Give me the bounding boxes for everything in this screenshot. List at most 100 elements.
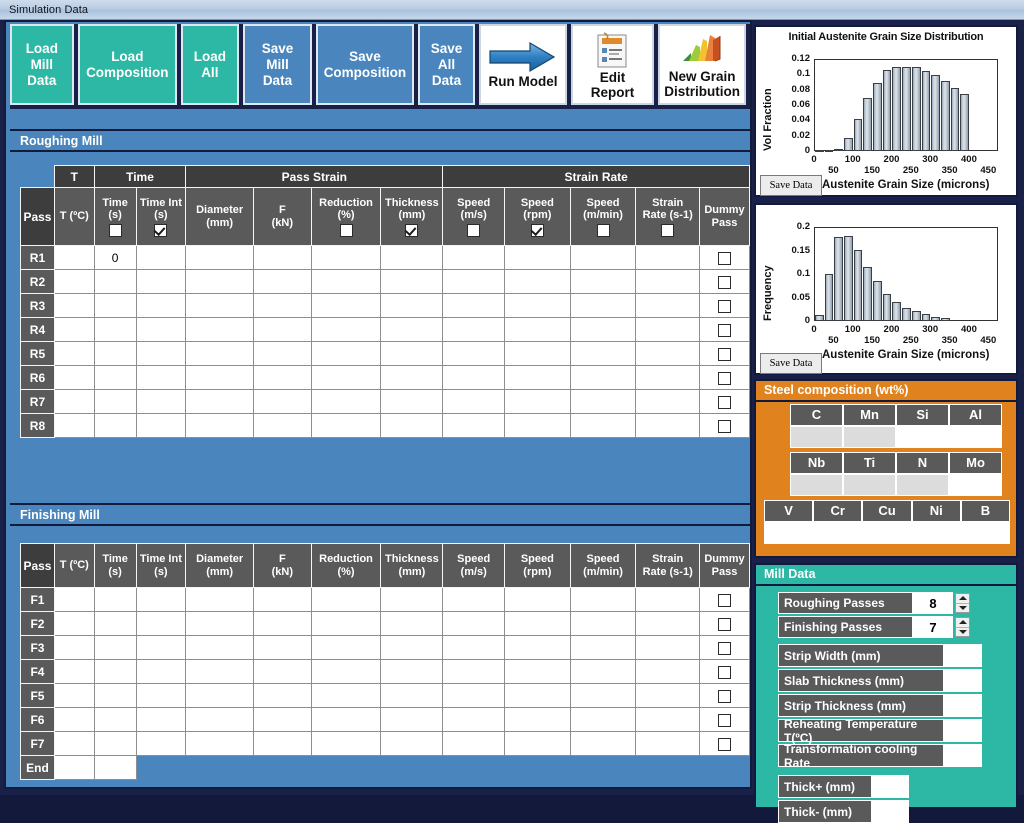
mill-spinner-roughing-passes[interactable] <box>955 593 970 613</box>
mill-value-finishing-passes[interactable]: 7 <box>913 616 953 638</box>
roughing-cell-R3-0[interactable] <box>53 293 95 318</box>
steel-element-input-B[interactable] <box>960 522 1010 544</box>
roughing-cell-R4-1[interactable] <box>93 317 137 342</box>
roughing-cell-R6-5[interactable] <box>310 365 382 390</box>
roughing-cell-R1-8[interactable] <box>504 245 571 270</box>
roughing-cell-R6-8[interactable] <box>504 365 571 390</box>
roughing-dummy-pass-R4[interactable] <box>699 317 750 342</box>
roughing-cell-R5-5[interactable] <box>310 341 382 366</box>
dummy-pass-checkbox[interactable] <box>718 665 731 679</box>
roughing-cell-R5-3[interactable] <box>185 341 255 366</box>
column-checkbox[interactable] <box>137 223 186 237</box>
finishing-cell-F2-2[interactable] <box>135 611 187 636</box>
finishing-cell-F6-3[interactable] <box>185 707 255 732</box>
dummy-pass-checkbox[interactable] <box>718 395 731 409</box>
finishing-dummy-pass-F1[interactable] <box>699 587 750 612</box>
roughing-cell-R4-6[interactable] <box>380 317 444 342</box>
dummy-pass-checkbox[interactable] <box>718 419 731 433</box>
roughing-cell-R4-7[interactable] <box>442 317 506 342</box>
mill-input-strip-width-mm[interactable] <box>944 644 982 667</box>
finishing-cell-F4-8[interactable] <box>504 659 571 684</box>
roughing-cell-R2-9[interactable] <box>569 269 637 294</box>
roughing-cell-R3-8[interactable] <box>504 293 571 318</box>
mill-input-transformation-cooling-rate[interactable] <box>944 744 982 767</box>
steel-element-input-Cr[interactable] <box>813 522 863 544</box>
finishing-cell-F4-0[interactable] <box>53 659 95 684</box>
finishing-cell-F5-8[interactable] <box>504 683 571 708</box>
roughing-cell-R1-4[interactable] <box>253 245 312 270</box>
finishing-dummy-pass-F3[interactable] <box>699 635 750 660</box>
column-checkbox[interactable] <box>505 223 570 237</box>
finishing-cell-F6-2[interactable] <box>135 707 187 732</box>
finishing-cell-End-1[interactable] <box>93 755 137 780</box>
finishing-cell-F2-4[interactable] <box>253 611 312 636</box>
roughing-cell-R7-5[interactable] <box>310 389 382 414</box>
roughing-cell-R6-7[interactable] <box>442 365 506 390</box>
mill-input-strip-thickness-mm[interactable] <box>944 694 982 717</box>
finishing-cell-F7-3[interactable] <box>185 731 255 756</box>
finishing-cell-F4-9[interactable] <box>569 659 637 684</box>
save-mill-data-button[interactable]: Save Mill Data <box>242 24 313 105</box>
finishing-cell-F3-7[interactable] <box>442 635 506 660</box>
finishing-cell-F6-4[interactable] <box>253 707 312 732</box>
roughing-dummy-pass-R8[interactable] <box>699 413 750 438</box>
roughing-cell-R3-3[interactable] <box>185 293 255 318</box>
finishing-cell-F4-6[interactable] <box>380 659 444 684</box>
column-checkbox[interactable] <box>636 223 699 237</box>
new-grain-distribution-button[interactable]: New Grain Distribution <box>658 24 746 105</box>
finishing-cell-F4-10[interactable] <box>635 659 700 684</box>
roughing-cell-R8-6[interactable] <box>380 413 444 438</box>
dummy-pass-checkbox[interactable] <box>718 617 731 631</box>
finishing-cell-F7-10[interactable] <box>635 731 700 756</box>
finishing-cell-F1-6[interactable] <box>380 587 444 612</box>
roughing-dummy-pass-R5[interactable] <box>699 341 750 366</box>
finishing-cell-F7-2[interactable] <box>135 731 187 756</box>
spinner-down-icon[interactable] <box>956 604 969 613</box>
finishing-cell-End-0[interactable] <box>53 755 95 780</box>
finishing-cell-F6-6[interactable] <box>380 707 444 732</box>
finishing-cell-F5-4[interactable] <box>253 683 312 708</box>
roughing-cell-R6-2[interactable] <box>135 365 187 390</box>
roughing-cell-R5-4[interactable] <box>253 341 312 366</box>
finishing-dummy-pass-F5[interactable] <box>699 683 750 708</box>
finishing-cell-F5-10[interactable] <box>635 683 700 708</box>
dummy-pass-checkbox[interactable] <box>718 371 731 385</box>
finishing-cell-F7-5[interactable] <box>310 731 382 756</box>
finishing-cell-F2-9[interactable] <box>569 611 637 636</box>
mill-input-reheating-temperature-t-c[interactable] <box>944 719 982 742</box>
roughing-cell-R1-10[interactable] <box>635 245 700 270</box>
finishing-cell-F2-7[interactable] <box>442 611 506 636</box>
spinner-down-icon[interactable] <box>956 628 969 637</box>
roughing-cell-R5-0[interactable] <box>53 341 95 366</box>
dummy-pass-checkbox[interactable] <box>718 323 731 337</box>
roughing-cell-R4-9[interactable] <box>569 317 637 342</box>
roughing-cell-R7-7[interactable] <box>442 389 506 414</box>
roughing-cell-R2-2[interactable] <box>135 269 187 294</box>
roughing-cell-R7-8[interactable] <box>504 389 571 414</box>
steel-element-input-Si[interactable] <box>896 426 949 448</box>
dummy-pass-checkbox[interactable] <box>718 275 731 289</box>
roughing-cell-R8-1[interactable] <box>93 413 137 438</box>
roughing-cell-R8-8[interactable] <box>504 413 571 438</box>
roughing-cell-R2-8[interactable] <box>504 269 571 294</box>
roughing-cell-R1-3[interactable] <box>185 245 255 270</box>
roughing-cell-R7-4[interactable] <box>253 389 312 414</box>
finishing-cell-F5-2[interactable] <box>135 683 187 708</box>
roughing-cell-R5-9[interactable] <box>569 341 637 366</box>
steel-element-input-Ni[interactable] <box>911 522 961 544</box>
finishing-cell-F1-2[interactable] <box>135 587 187 612</box>
roughing-cell-R7-6[interactable] <box>380 389 444 414</box>
column-checkbox[interactable] <box>443 223 504 237</box>
roughing-cell-R7-2[interactable] <box>135 389 187 414</box>
steel-element-input-Cu[interactable] <box>862 522 912 544</box>
load-composition-button[interactable]: Load Composition <box>77 24 177 105</box>
finishing-cell-F6-0[interactable] <box>53 707 95 732</box>
roughing-cell-R3-6[interactable] <box>380 293 444 318</box>
finishing-cell-F3-10[interactable] <box>635 635 700 660</box>
finishing-cell-F7-8[interactable] <box>504 731 571 756</box>
load-mill-data-button[interactable]: Load Mill Data <box>10 24 74 105</box>
roughing-cell-R1-5[interactable] <box>310 245 382 270</box>
finishing-cell-F1-8[interactable] <box>504 587 571 612</box>
finishing-cell-F1-5[interactable] <box>310 587 382 612</box>
dummy-pass-checkbox[interactable] <box>718 689 731 703</box>
